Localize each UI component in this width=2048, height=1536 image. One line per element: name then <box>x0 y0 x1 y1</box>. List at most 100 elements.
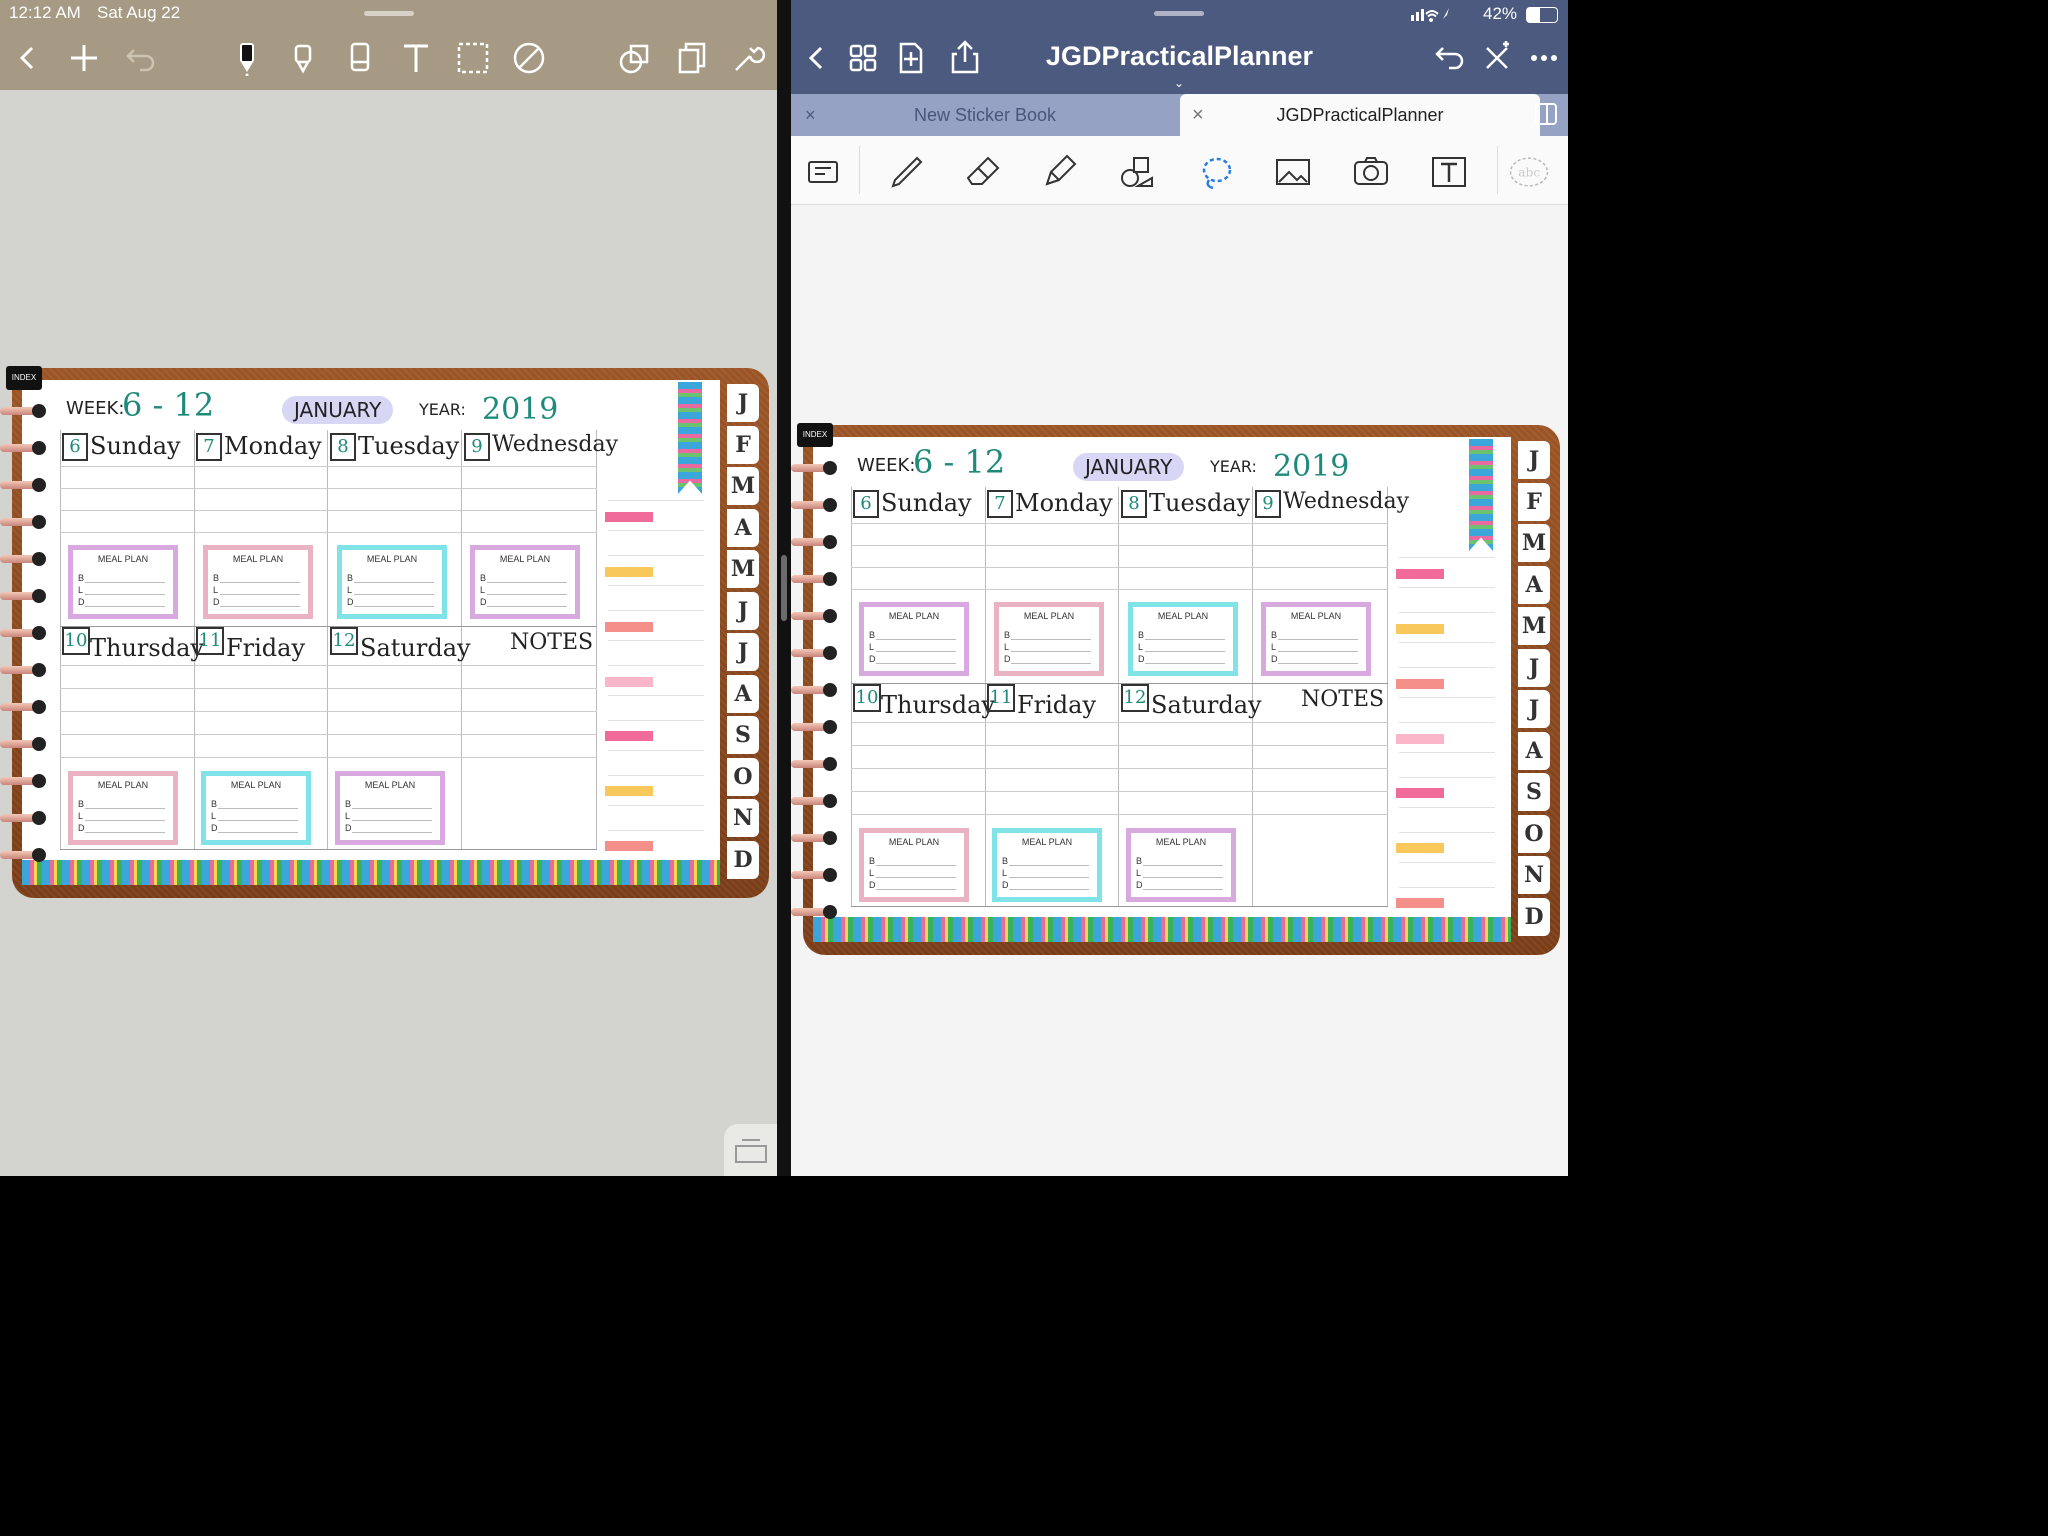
planner-page-right[interactable]: INDEX WEEK: 6 - 12 JANUARY YEAR: 2019 6 … <box>791 417 1568 967</box>
spiral-rings <box>791 457 843 927</box>
month-tab-apr[interactable]: A <box>727 509 759 547</box>
bookmark-ribbon <box>678 382 702 494</box>
tab-jgdpracticalplanner[interactable]: × JGDPracticalPlanner <box>1180 94 1540 136</box>
keyboard-icon[interactable] <box>803 152 843 192</box>
day-number: 7 <box>987 490 1013 518</box>
month-tab-may[interactable]: M <box>1518 607 1550 645</box>
multitask-grabber[interactable] <box>1154 11 1204 16</box>
month-tab-dec[interactable]: D <box>727 841 759 879</box>
meal-plan-box[interactable]: MEAL PLAN B L D <box>992 828 1102 902</box>
month-tab-aug[interactable]: A <box>1518 732 1550 770</box>
eraser-icon[interactable] <box>964 152 1004 192</box>
month-tab-apr[interactable]: A <box>1518 566 1550 604</box>
text-icon[interactable] <box>398 40 434 76</box>
magic-tool-icon[interactable] <box>1477 38 1517 78</box>
side-tab-marker <box>605 731 653 741</box>
month-tab-nov[interactable]: N <box>727 799 759 837</box>
undo-icon[interactable] <box>1429 38 1469 78</box>
page-sheet-icon[interactable] <box>724 1124 777 1176</box>
month-tab-jan[interactable]: J <box>1518 441 1550 479</box>
month-tab-aug[interactable]: A <box>727 675 759 713</box>
meal-plan-box[interactable]: MEAL PLAN B L D <box>859 828 969 902</box>
meal-plan-box[interactable]: MEAL PLAN B L D <box>203 545 313 619</box>
month-tab-sep[interactable]: S <box>1518 773 1550 811</box>
status-date: Sat Aug 22 <box>97 3 181 22</box>
side-tab-marker <box>1396 624 1444 634</box>
split-icon[interactable] <box>1534 102 1558 126</box>
chevron-down-icon[interactable]: ⌄ <box>1174 76 1184 90</box>
month-tab-jun[interactable]: J <box>727 592 759 630</box>
month-tab-jul[interactable]: J <box>1518 690 1550 728</box>
planner-page-left[interactable]: INDEX WEEK: 6 - 12 JANUARY YEAR: 2019 6 … <box>0 360 777 910</box>
month-tab-jun[interactable]: J <box>1518 649 1550 687</box>
month-tab-dec[interactable]: D <box>1518 898 1550 936</box>
pen-icon[interactable] <box>887 152 927 192</box>
month-tab-oct[interactable]: O <box>727 758 759 796</box>
camera-icon[interactable] <box>1351 152 1391 192</box>
text-box-icon[interactable] <box>1429 152 1469 192</box>
pages-icon[interactable] <box>674 40 710 76</box>
day-name-monday: Monday <box>224 432 322 460</box>
month-tab-mar[interactable]: M <box>727 467 759 505</box>
shapes-icon[interactable] <box>617 40 653 76</box>
meal-plan-box[interactable]: MEAL PLAN B L D <box>68 771 178 845</box>
month-tab-sep[interactable]: S <box>727 716 759 754</box>
highlighter-icon[interactable] <box>1041 152 1081 192</box>
month-tab-jul[interactable]: J <box>727 633 759 671</box>
eraser-icon[interactable] <box>342 40 378 76</box>
lasso-icon[interactable] <box>455 40 491 76</box>
close-icon[interactable]: × <box>1192 94 1204 136</box>
week-grid[interactable]: 6 Sunday 7 Monday 8 Tuesday 9 Wednesday … <box>851 487 1409 907</box>
undo-icon[interactable] <box>122 40 158 76</box>
side-tab-marker <box>1396 679 1444 689</box>
day-name-thursday: Thursday <box>881 691 995 719</box>
tab-new-sticker-book[interactable]: × New Sticker Book <box>791 94 1179 136</box>
month-tab-jan[interactable]: J <box>727 384 759 422</box>
meal-plan-box[interactable]: MEAL PLAN B L D <box>337 545 447 619</box>
meal-plan-box[interactable]: MEAL PLAN B L D <box>335 771 445 845</box>
meal-plan-box[interactable]: MEAL PLAN B L D <box>1126 828 1236 902</box>
split-view-divider[interactable] <box>777 0 791 1176</box>
index-button[interactable]: INDEX <box>6 366 42 390</box>
handwriting-icon[interactable]: abc <box>1509 152 1561 192</box>
floral-border <box>813 917 1511 942</box>
month-tab-oct[interactable]: O <box>1518 815 1550 853</box>
year-value: 2019 <box>1273 449 1350 484</box>
no-drawing-icon[interactable] <box>511 40 547 76</box>
meal-plan-box[interactable]: MEAL PLAN B L D <box>470 545 580 619</box>
more-icon[interactable] <box>1524 38 1564 78</box>
month-tab-mar[interactable]: M <box>1518 524 1550 562</box>
shapes-icon[interactable] <box>1118 152 1158 192</box>
day-name-sunday: Sunday <box>90 432 181 460</box>
index-button[interactable]: INDEX <box>797 423 833 447</box>
wrench-icon[interactable] <box>730 40 766 76</box>
meal-plan-box[interactable]: MEAL PLAN B L D <box>1261 602 1371 676</box>
plus-icon[interactable] <box>66 40 102 76</box>
battery-icon <box>1526 7 1558 23</box>
side-tab-marker <box>605 841 653 851</box>
meal-plan-box[interactable]: MEAL PLAN B L D <box>1128 602 1238 676</box>
meal-plan-box[interactable]: MEAL PLAN B L D <box>68 545 178 619</box>
day-name-monday: Monday <box>1015 489 1113 517</box>
week-grid[interactable]: 6 Sunday 7 Monday 8 Tuesday 9 Wednesday … <box>60 430 618 850</box>
year-value: 2019 <box>482 392 559 427</box>
meal-plan-box[interactable]: MEAL PLAN B L D <box>994 602 1104 676</box>
meal-plan-box[interactable]: MEAL PLAN B L D <box>201 771 311 845</box>
multitask-grabber[interactable] <box>364 11 414 16</box>
week-label: WEEK: <box>66 398 125 419</box>
day-number: 6 <box>853 490 879 518</box>
meal-plan-box[interactable]: MEAL PLAN B L D <box>859 602 969 676</box>
highlighter-icon[interactable] <box>285 40 321 76</box>
month-tab-may[interactable]: M <box>727 550 759 588</box>
year-label: YEAR: <box>1210 457 1257 476</box>
side-tab-marker <box>605 677 653 687</box>
pen-icon[interactable] <box>229 40 265 77</box>
year-label: YEAR: <box>419 400 466 419</box>
month-tab-feb[interactable]: F <box>1518 483 1550 521</box>
month-tab-feb[interactable]: F <box>727 426 759 464</box>
image-icon[interactable] <box>1273 152 1313 192</box>
close-icon[interactable]: × <box>805 94 816 136</box>
month-tab-nov[interactable]: N <box>1518 856 1550 894</box>
lasso-icon[interactable] <box>1195 152 1235 192</box>
back-icon[interactable] <box>10 40 46 76</box>
